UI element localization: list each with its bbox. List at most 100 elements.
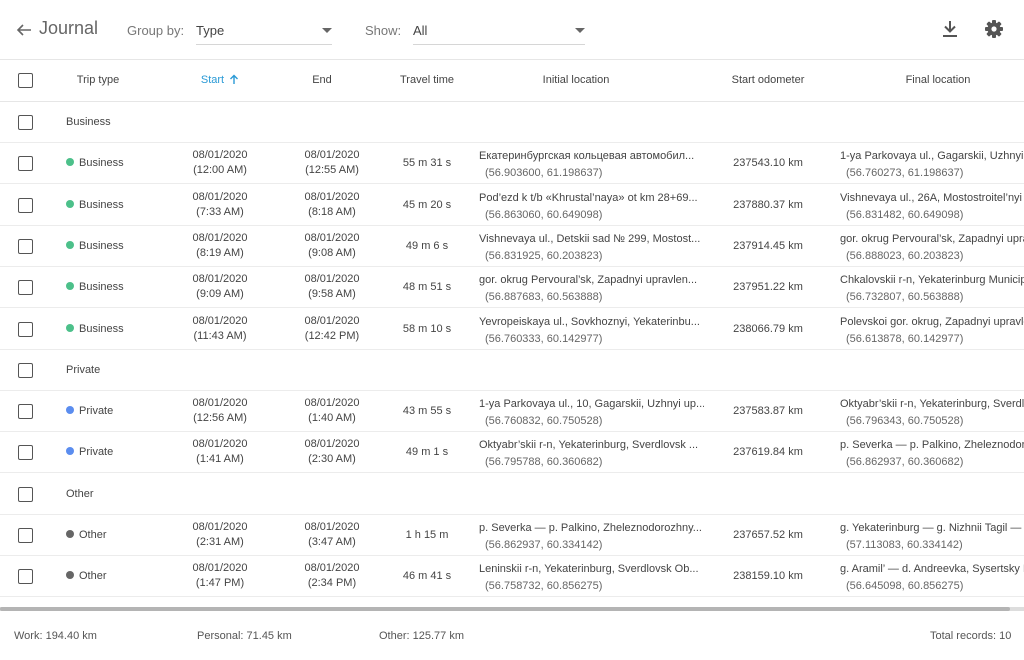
group-row[interactable]: Private [0, 350, 1024, 391]
row-checkbox[interactable] [18, 321, 33, 337]
trip-type-cell: Other [66, 570, 107, 582]
download-icon[interactable] [939, 18, 961, 40]
initial-location-cell: Pod’ezd k t/b «Khrustal’naya» ot km 28+6… [479, 190, 704, 224]
final-address: Polevskoi gor. okrug, Zapadnyi upravle [840, 315, 1024, 328]
work-total: Work: 194.40 km [14, 630, 97, 642]
table-row[interactable]: Private 08/01/2020 (1:41 AM) 08/01/2020 (2:3… [0, 432, 1024, 474]
table-row[interactable]: Business 08/01/2020 (8:19 AM) 08/01/2020 (9:… [0, 226, 1024, 267]
row-checkbox[interactable] [18, 197, 33, 213]
start-cell: 08/01/2020 (2:31 AM) [175, 520, 265, 550]
start-cell: 08/01/2020 (1:47 PM) [175, 561, 265, 591]
row-checkbox[interactable] [18, 404, 33, 420]
final-location-cell: p. Severka — p. Palkino, Zheleznodoro (56… [840, 437, 1024, 471]
trip-type-label: Business [79, 198, 124, 211]
other-total: Other: 125.77 km [379, 630, 464, 642]
column-final-location[interactable]: Final location [890, 74, 986, 86]
table-row[interactable]: Other 08/01/2020 (1:47 PM) 08/01/2020 (2:34 … [0, 556, 1024, 598]
start-time: (2:31 AM) [196, 536, 244, 548]
final-coordinates: (57.113083, 60.334142) [846, 539, 963, 551]
initial-location-cell: gor. okrug Pervoural’sk, Zapadnyi upravl… [479, 272, 704, 306]
row-checkbox[interactable] [18, 445, 33, 461]
table-row[interactable]: Private 08/01/2020 (12:56 AM) 08/01/2020 (1:… [0, 391, 1024, 433]
table-header: Trip type Start End Travel time Initial … [0, 60, 1024, 102]
column-travel-time[interactable]: Travel time [387, 74, 467, 86]
initial-coordinates: (56.760832, 60.750528) [485, 415, 603, 428]
row-checkbox[interactable] [18, 238, 33, 254]
trip-type-dot-icon [66, 406, 74, 415]
trip-type-cell: Business [66, 240, 124, 252]
trip-type-label: Business [79, 281, 124, 294]
group-by-select[interactable]: Type [196, 15, 332, 45]
column-initial-location[interactable]: Initial location [520, 74, 632, 86]
final-coordinates: (56.796343, 60.750528) [846, 415, 964, 428]
initial-location-cell: Vishnevaya ul., Detskii sad № 299, Mosto… [479, 231, 704, 265]
show-select[interactable]: All [413, 15, 585, 45]
trip-type-cell: Private [66, 446, 113, 458]
initial-address: Vishnevaya ul., Detskii sad № 299, Mosto… [479, 232, 701, 245]
group-checkbox[interactable] [18, 115, 33, 130]
total-records: Total records: 10 [930, 630, 1012, 642]
row-checkbox[interactable] [18, 569, 33, 585]
travel-time-cell: 1 h 15 m [405, 529, 449, 541]
initial-address: Yevropeiskaya ul., Sovkhoznyi, Yekaterin… [479, 315, 700, 328]
end-date: 08/01/2020 [304, 397, 360, 410]
end-date: 08/01/2020 [304, 273, 360, 286]
initial-location-cell: Yevropeiskaya ul., Sovkhoznyi, Yekaterin… [479, 314, 704, 348]
start-cell: 08/01/2020 (7:33 AM) [175, 190, 265, 220]
table-row[interactable]: Other 08/01/2020 (2:31 AM) 08/01/2020 (3:47 … [0, 515, 1024, 556]
trip-type-label: Private [79, 446, 114, 459]
row-checkbox[interactable] [18, 528, 33, 543]
group-by-value: Type [196, 23, 225, 38]
final-coordinates: (56.732807, 60.563888) [846, 291, 964, 304]
final-coordinates: (56.613878, 60.142977) [846, 332, 964, 345]
table-row[interactable]: Business 08/01/2020 (12:00 AM) 08/01/2020 (1… [0, 143, 1024, 185]
back-arrow-icon[interactable] [14, 20, 34, 40]
row-checkbox[interactable] [18, 280, 33, 296]
final-address: g. Yekaterinburg — g. Nizhnii Tagil — g [840, 522, 1024, 534]
end-date: 08/01/2020 [304, 149, 360, 162]
column-start-odometer[interactable]: Start odometer [718, 74, 818, 86]
start-date: 08/01/2020 [192, 231, 248, 244]
initial-location-cell: Oktyabr’skii r-n, Yekaterinburg, Sverdlo… [479, 437, 704, 471]
table-row[interactable]: Business 08/01/2020 (7:33 AM) 08/01/2020 (8:… [0, 185, 1024, 226]
page-title: Journal [39, 18, 99, 38]
end-cell: 08/01/2020 (8:18 AM) [287, 190, 377, 220]
end-cell: 08/01/2020 (9:58 AM) [287, 272, 377, 302]
trip-type-cell: Private [66, 405, 113, 417]
initial-coordinates: (56.903600, 61.198637) [485, 167, 603, 180]
start-odometer-cell: 237583.87 km [733, 405, 803, 418]
group-row[interactable]: Business [0, 102, 1024, 143]
trip-type-cell: Other [66, 529, 107, 541]
column-trip-type[interactable]: Trip type [66, 74, 130, 86]
table-row[interactable]: Business 08/01/2020 (11:43 AM) 08/01/2020 (1… [0, 309, 1024, 350]
toolbar: Journal Group by: Type Show: All [0, 0, 1024, 60]
final-location-cell: Oktyabr’skii r-n, Yekaterinburg, Sverdlo… [840, 396, 1024, 430]
select-all-checkbox[interactable] [18, 73, 33, 88]
group-row[interactable]: Other [0, 474, 1024, 515]
column-start[interactable]: Start [180, 74, 260, 86]
end-date: 08/01/2020 [304, 521, 360, 533]
start-time: (8:19 AM) [196, 246, 244, 259]
group-label: Private [66, 363, 101, 376]
initial-coordinates: (56.887683, 60.563888) [485, 291, 603, 304]
initial-location-cell: Leninskii r-n, Yekaterinburg, Sverdlovsk… [479, 561, 704, 595]
trip-type-cell: Business [66, 323, 124, 335]
initial-coordinates: (56.862937, 60.334142) [485, 539, 603, 551]
group-label: Business [66, 116, 111, 128]
table-row[interactable]: Business 08/01/2020 (9:09 AM) 08/01/2020 (9:… [0, 267, 1024, 309]
travel-time-cell: 46 m 41 s [402, 570, 452, 583]
travel-time-cell: 49 m 1 s [405, 446, 449, 459]
end-time: (2:30 AM) [308, 453, 356, 466]
start-cell: 08/01/2020 (12:56 AM) [175, 396, 265, 426]
row-checkbox[interactable] [18, 156, 33, 172]
start-date: 08/01/2020 [192, 273, 248, 286]
start-time: (1:47 PM) [195, 577, 245, 590]
show-value: All [413, 23, 428, 38]
group-checkbox[interactable] [18, 486, 33, 502]
gear-icon[interactable] [983, 18, 1005, 40]
start-date: 08/01/2020 [192, 149, 248, 162]
column-end[interactable]: End [282, 74, 362, 86]
group-checkbox[interactable] [18, 362, 33, 378]
final-address: Chkalovskii r-n, Yekaterinburg Municip [840, 274, 1024, 287]
trip-type-cell: Business [66, 199, 124, 211]
